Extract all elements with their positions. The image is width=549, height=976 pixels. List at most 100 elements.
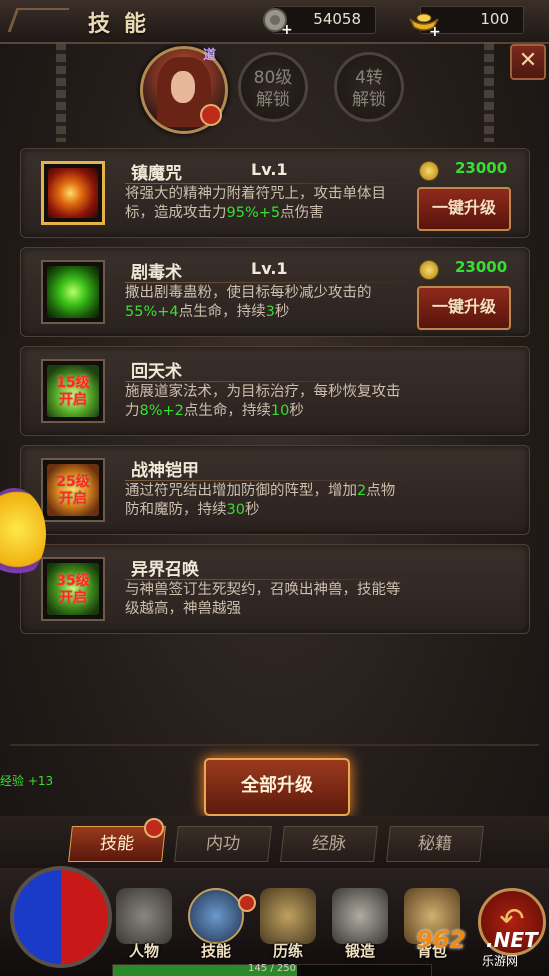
divider	[125, 282, 415, 283]
skill-icon[interactable]	[41, 260, 105, 324]
highlight-value: 55%+4	[125, 304, 179, 320]
nav-label: 历练	[272, 942, 303, 960]
unlock-level-80: 80级 解锁	[238, 52, 308, 122]
talisman-icon	[48, 168, 98, 218]
lock-line: 35级	[56, 573, 90, 589]
svg-text:+: +	[429, 24, 441, 37]
desc-text: 秒	[244, 502, 260, 518]
tab-internal[interactable]: 内功	[174, 826, 272, 862]
unlock-level-label: 25级 开启	[43, 474, 103, 508]
skills-screen: 技能 + 54058 + 100 ✕ 道 80级 解锁 4转 解锁 镇魔咒 Lv…	[0, 0, 549, 976]
helmet-icon	[116, 888, 172, 944]
taiji-icon[interactable]	[10, 866, 112, 968]
skill-card-yijiezhaohuan[interactable]: 35级 开启 异界召唤 与神兽签订生死契约，召唤出神兽，技能等级越高，神兽越强	[20, 544, 530, 634]
chain-left	[56, 42, 66, 142]
skill-icon[interactable]: 15级 开启	[41, 359, 105, 423]
highlight-value: 3	[265, 304, 275, 320]
silver-ingot-plus-icon: +	[263, 8, 293, 37]
watermark-number: 962	[416, 926, 467, 954]
lock-line: 开启	[59, 392, 87, 408]
skill-name: 异界召唤	[131, 560, 199, 580]
skill-description: 与神兽签订生死契约，召唤出神兽，技能等级越高，神兽越强	[125, 581, 405, 619]
skill-card-huitianshu[interactable]: 15级 开启 回天术 施展道家法术，为目标治疗，每秒恢复攻击力8%+2点生命，持续…	[20, 346, 530, 436]
exp-gain-text: 经验 +13	[0, 774, 54, 788]
page-title: 技能	[88, 12, 161, 37]
highlight-value: 8%+2	[139, 403, 184, 419]
tab-notification-dot	[144, 818, 164, 838]
gold-resource[interactable]: + 100	[409, 6, 524, 37]
divider	[125, 579, 415, 580]
skill-card-zhanshenkaijia[interactable]: 25级 开启 战神铠甲 通过符咒结出增加防御的阵型，增加2点物防和魔防，持续30秒	[20, 445, 530, 535]
nav-character[interactable]: 人物	[112, 888, 176, 960]
desc-text: 秒	[274, 304, 290, 320]
highlight-value: 95%+5	[226, 205, 281, 221]
unlock-level-label: 35级 开启	[43, 573, 103, 607]
nav-notification-dot	[238, 894, 256, 912]
portrait-notification-dot	[200, 104, 222, 126]
tab-secrets[interactable]: 秘籍	[386, 826, 484, 862]
nav-label: 人物	[128, 942, 159, 960]
divider	[125, 480, 415, 481]
skill-name: 剧毒术	[131, 263, 182, 283]
highlight-value: 30	[226, 502, 245, 518]
skill-description: 施展道家法术，为目标治疗，每秒恢复攻击力8%+2点生命，持续10秒	[125, 383, 405, 421]
unlock-level-label: 15级 开启	[43, 375, 103, 409]
skill-level: Lv.1	[251, 259, 288, 278]
one-click-upgrade-button[interactable]: 一键升级	[417, 286, 511, 330]
skill-description: 通过符咒结出增加防御的阵型，增加2点物防和魔防，持续30秒	[125, 482, 405, 520]
skill-icon[interactable]: 25级 开启	[41, 458, 105, 522]
upgrade-all-button[interactable]: 全部升级	[204, 758, 350, 816]
skill-icon[interactable]: 35级 开启	[41, 557, 105, 621]
skill-description: 将强大的精神力附着符咒上，攻击单体目标，造成攻击力95%+5点伤害	[125, 185, 405, 223]
one-click-upgrade-button[interactable]: 一键升级	[417, 187, 511, 231]
desc-text: 秒	[289, 403, 304, 419]
watermark-subtitle: 乐游网	[482, 954, 519, 968]
watermark-net: .NET	[486, 928, 538, 952]
lock-line: 25级	[56, 474, 90, 490]
skill-name: 镇魔咒	[131, 164, 182, 184]
gold-ingot-plus-icon: +	[409, 13, 441, 37]
skill-name: 回天术	[131, 362, 182, 382]
gold-value: 100	[480, 10, 509, 28]
chain-right	[484, 42, 494, 142]
skill-description: 撒出剧毒蛊粉，使目标每秒减少攻击的 55%+4点生命，持续3秒	[125, 284, 405, 322]
unlock-line2: 解锁	[352, 90, 386, 110]
skill-book-icon	[188, 888, 244, 944]
lock-line: 15级	[56, 375, 90, 391]
close-button[interactable]: ✕	[510, 44, 546, 80]
class-badge: 道	[203, 48, 217, 63]
upgrade-cost: 23000	[455, 258, 508, 276]
silver-resource[interactable]: + 54058	[263, 6, 376, 37]
nav-training[interactable]: 历练	[256, 888, 320, 960]
panel-divider	[10, 744, 539, 746]
title-ornament	[7, 8, 70, 32]
lock-line: 开启	[59, 491, 87, 507]
skill-card-zhenmozhou[interactable]: 镇魔咒 Lv.1 将强大的精神力附着符咒上，攻击单体目标，造成攻击力95%+5点…	[20, 148, 530, 238]
highlight-value: 10	[270, 403, 290, 419]
unlock-rebirth-4: 4转 解锁	[334, 52, 404, 122]
skill-card-judushu[interactable]: 剧毒术 Lv.1 撒出剧毒蛊粉，使目标每秒减少攻击的55%+4点生命，持续3秒 …	[20, 247, 530, 337]
poison-skull-icon	[47, 266, 99, 318]
divider	[125, 183, 415, 184]
desc-text: 点生命，持续	[183, 403, 271, 419]
watermark-logo: 962 .NET 乐游网	[416, 926, 544, 968]
skill-level: Lv.1	[251, 160, 288, 179]
nav-label: 锻造	[344, 942, 375, 960]
gold-coin-icon	[419, 161, 439, 181]
tab-meridians[interactable]: 经脉	[280, 826, 378, 862]
silver-value: 54058	[313, 10, 361, 28]
portrait-face	[171, 71, 195, 103]
nav-label: 技能	[200, 942, 231, 960]
skill-icon[interactable]	[41, 161, 105, 225]
desc-text: 通过符咒结出增加防御的阵型，增加	[125, 483, 357, 499]
unlock-line1: 80级	[253, 68, 293, 88]
desc-text: 点伤害	[280, 205, 324, 221]
xp-text: 145 / 250	[248, 963, 296, 974]
lock-line: 开启	[59, 590, 87, 606]
desc-text: 点生命，持续	[178, 304, 266, 320]
nav-forge[interactable]: 锻造	[328, 888, 392, 960]
desc-text: 与神兽签订生死契约，召唤出神兽，技能等级越高，神兽越强	[125, 582, 401, 617]
xp-bar: 145 / 250	[112, 963, 432, 976]
highlight-value: 2	[357, 483, 367, 499]
unlock-line1: 4转	[355, 68, 383, 88]
